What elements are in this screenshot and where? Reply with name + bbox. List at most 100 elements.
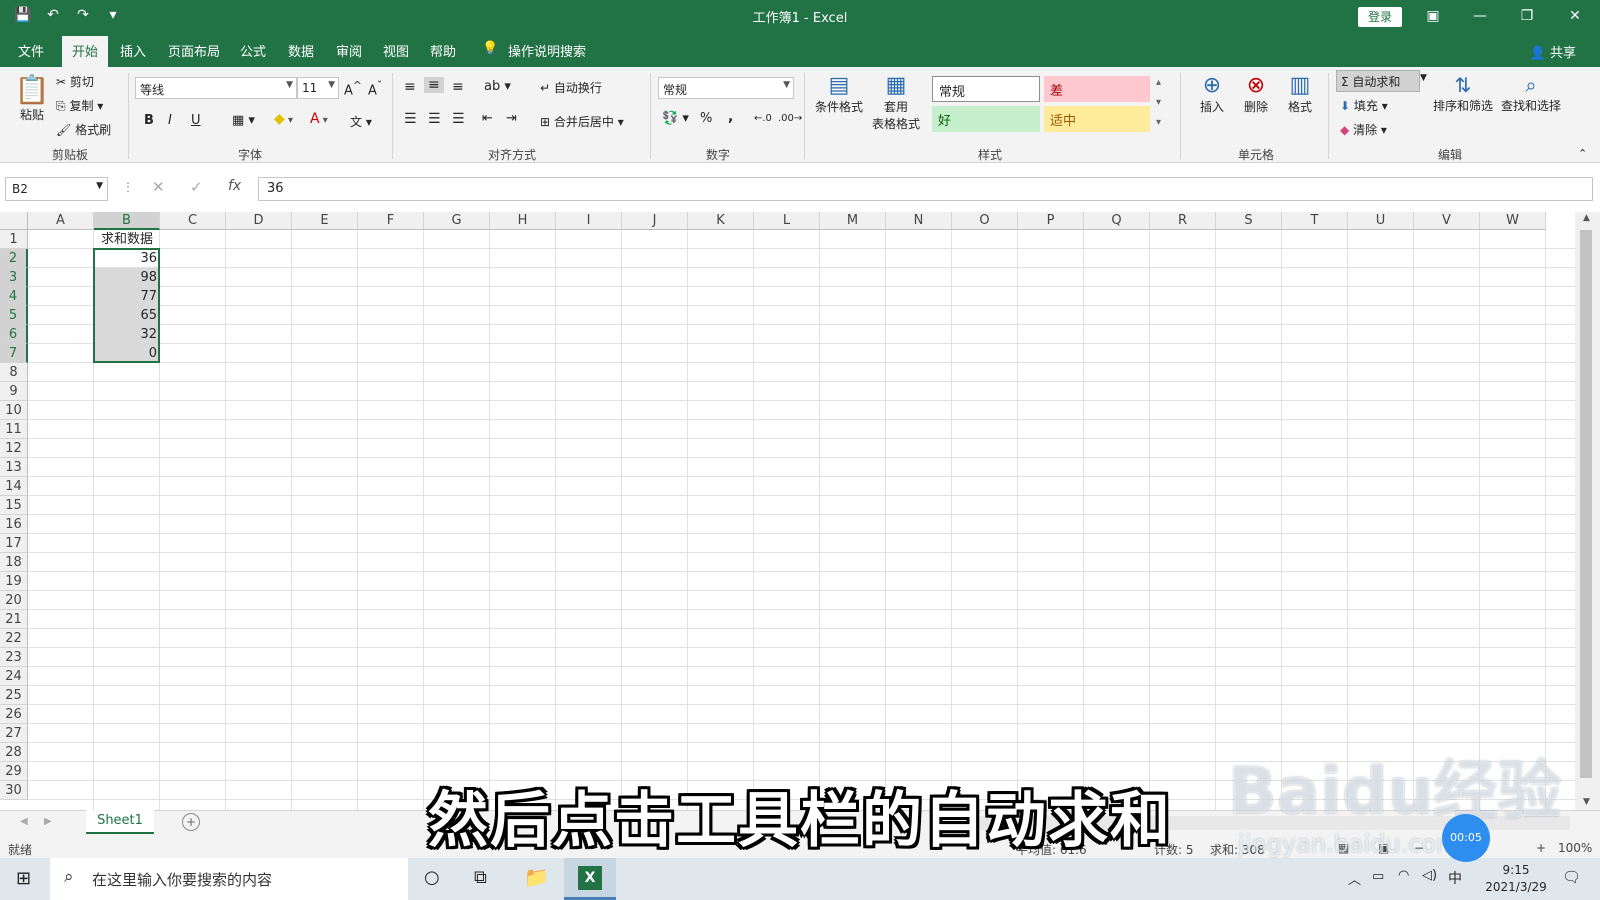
close-icon[interactable]: ✕ [1562, 4, 1588, 28]
underline-button[interactable]: U [191, 113, 201, 128]
tray-chevron-icon[interactable]: ︿ [1348, 869, 1361, 888]
column-header-c[interactable]: C [160, 212, 226, 230]
ribbon-display-icon[interactable]: ▣ [1420, 4, 1446, 28]
row-header-14[interactable]: 14 [0, 477, 28, 496]
orientation-icon[interactable]: ab ▾ [484, 79, 511, 94]
insert-function-button[interactable]: fx [228, 178, 241, 194]
number-format-select[interactable]: 常规 ▼ [658, 77, 794, 99]
phonetic-icon[interactable]: 文 ▾ [350, 113, 372, 130]
increase-decimal-icon[interactable]: ←.0 [754, 113, 772, 124]
volume-icon[interactable]: ◁) [1422, 868, 1437, 883]
align-center-icon[interactable]: ☰ [428, 111, 441, 127]
task-view-icon[interactable]: ⧉ [474, 867, 487, 888]
tab-review[interactable]: 审阅 [336, 41, 362, 60]
column-header-u[interactable]: U [1348, 212, 1414, 230]
cortana-icon[interactable]: ○ [424, 867, 440, 888]
notification-icon[interactable]: 🗨 [1562, 868, 1581, 886]
style-neutral[interactable]: 适中 [1044, 106, 1150, 132]
fill-color-icon[interactable]: ◆ ▾ [274, 111, 293, 127]
row-header-2[interactable]: 2 [0, 249, 28, 268]
column-header-r[interactable]: R [1150, 212, 1216, 230]
row-header-4[interactable]: 4 [0, 287, 28, 306]
column-header-b[interactable]: B [94, 212, 160, 230]
row-header-6[interactable]: 6 [0, 325, 28, 344]
tab-help[interactable]: 帮助 [430, 41, 456, 60]
font-color-icon[interactable]: A ▾ [310, 111, 328, 127]
row-header-26[interactable]: 26 [0, 705, 28, 724]
windows-start-icon[interactable]: ⊞ [16, 868, 31, 889]
fill-button[interactable]: ⬇ 填充 ▾ [1340, 97, 1388, 114]
row-header-18[interactable]: 18 [0, 553, 28, 572]
battery-icon[interactable]: ▭ [1372, 869, 1384, 884]
row-header-11[interactable]: 11 [0, 420, 28, 439]
enter-icon[interactable]: ✓ [190, 178, 203, 196]
clear-button[interactable]: ◆ 清除 ▾ [1340, 121, 1387, 138]
row-header-12[interactable]: 12 [0, 439, 28, 458]
tab-formulas[interactable]: 公式 [240, 41, 266, 60]
tab-data[interactable]: 数据 [288, 41, 314, 60]
find-select-button[interactable]: ⌕ 查找和选择 [1498, 73, 1564, 114]
column-header-g[interactable]: G [424, 212, 490, 230]
share-button[interactable]: 👤 共享 [1530, 42, 1576, 61]
cut-button[interactable]: ✂ 剪切 [56, 73, 94, 90]
styles-scroll-icon[interactable]: ▴ ▾ ▾ [1156, 73, 1161, 133]
font-name-select[interactable]: 等线 ▼ [135, 77, 297, 99]
format-painter-button[interactable]: 🖌 格式刷 [56, 121, 111, 138]
sort-filter-button[interactable]: ⇅ 排序和筛选 [1430, 73, 1496, 114]
column-header-d[interactable]: D [226, 212, 292, 230]
row-header-7[interactable]: 7 [0, 344, 28, 363]
column-header-v[interactable]: V [1414, 212, 1480, 230]
column-header-l[interactable]: L [754, 212, 820, 230]
row-header-27[interactable]: 27 [0, 724, 28, 743]
row-header-8[interactable]: 8 [0, 363, 28, 382]
style-bad[interactable]: 差 [1044, 76, 1150, 102]
row-header-1[interactable]: 1 [0, 230, 28, 249]
formula-input[interactable]: 36 [258, 177, 1593, 201]
insert-cells-button[interactable]: ⊕ 插入 [1192, 73, 1232, 115]
excel-taskbar-button[interactable]: X [564, 858, 616, 900]
tab-home[interactable]: 开始 [62, 36, 109, 67]
row-header-24[interactable]: 24 [0, 667, 28, 686]
style-normal[interactable]: 常规 [932, 76, 1040, 102]
row-header-19[interactable]: 19 [0, 572, 28, 591]
column-header-m[interactable]: M [820, 212, 886, 230]
row-header-25[interactable]: 25 [0, 686, 28, 705]
column-header-q[interactable]: Q [1084, 212, 1150, 230]
format-as-table-button[interactable]: ▦ 套用 表格格式 [866, 73, 926, 132]
select-all-corner[interactable] [0, 212, 28, 230]
increase-indent-icon[interactable]: ⇥ [506, 111, 517, 126]
column-header-w[interactable]: W [1480, 212, 1546, 230]
restore-icon[interactable]: ❐ [1514, 4, 1540, 28]
autosum-button[interactable]: Σ 自动求和 [1336, 70, 1420, 92]
worksheet-grid[interactable]: ABCDEFGHIJKLMNOPQRSTUVW 1 2 3 4 5 6 7 8 9 10 11 12 1… [0, 212, 1575, 810]
vertical-scroll-thumb[interactable] [1580, 230, 1592, 778]
tab-file[interactable]: 文件 [18, 41, 44, 60]
tab-view[interactable]: 视图 [383, 41, 409, 60]
row-header-17[interactable]: 17 [0, 534, 28, 553]
paste-button[interactable]: 📋 粘贴 [14, 73, 50, 123]
row-header-16[interactable]: 16 [0, 515, 28, 534]
format-cells-button[interactable]: ▥ 格式 [1280, 73, 1320, 115]
column-header-o[interactable]: O [952, 212, 1018, 230]
comma-button[interactable]: , [728, 109, 733, 125]
column-header-a[interactable]: A [28, 212, 94, 230]
column-header-e[interactable]: E [292, 212, 358, 230]
tell-me-search[interactable]: 操作说明搜索 [508, 41, 586, 60]
column-header-s[interactable]: S [1216, 212, 1282, 230]
file-explorer-icon[interactable]: 📁 [524, 865, 549, 889]
increase-font-icon[interactable]: A^ [344, 79, 362, 98]
scroll-up-icon[interactable]: ▲ [1583, 213, 1590, 223]
taskbar-search-input[interactable]: ⌕ 在这里输入你要搜索的内容 [50, 858, 408, 900]
cell-b1[interactable]: 求和数据 [94, 230, 160, 249]
font-size-select[interactable]: 11 ▼ [297, 77, 339, 99]
align-middle-icon[interactable]: ≡ [424, 77, 444, 93]
conditional-format-button[interactable]: ▤ 条件格式 [812, 73, 866, 115]
autosum-dropdown-icon[interactable]: ▼ [1420, 73, 1427, 83]
align-left-icon[interactable]: ☰ [404, 111, 417, 127]
column-header-j[interactable]: J [622, 212, 688, 230]
row-header-20[interactable]: 20 [0, 591, 28, 610]
decrease-font-icon[interactable]: Aˇ [368, 79, 382, 98]
cancel-icon[interactable]: ✕ [152, 178, 165, 196]
minimize-icon[interactable]: — [1467, 4, 1493, 28]
row-header-9[interactable]: 9 [0, 382, 28, 401]
